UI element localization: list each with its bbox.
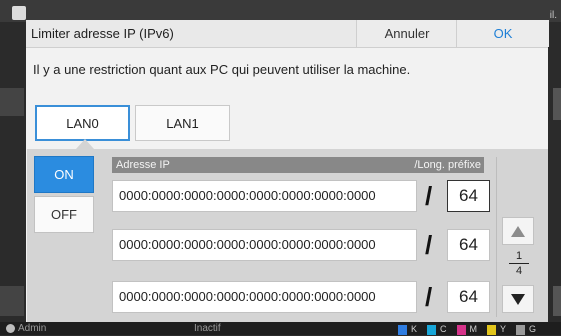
ip-address-field[interactable]: 0000:0000:0000:0000:0000:0000:0000:0000 xyxy=(112,229,417,261)
ip-row: 0000:0000:0000:0000:0000:0000:0000:0000 … xyxy=(112,180,512,214)
user-icon xyxy=(6,324,15,333)
ink-g-swatch xyxy=(516,324,526,335)
page-fraction-line xyxy=(509,263,529,264)
background-left-panel xyxy=(0,286,24,316)
home-icon xyxy=(12,6,26,20)
prefix-separator: / xyxy=(425,181,433,211)
list-header: Adresse IP /Long. préfixe xyxy=(112,157,484,173)
selected-tab-pointer xyxy=(76,139,94,149)
ip-row: 0000:0000:0000:0000:0000:0000:0000:0000 … xyxy=(112,229,512,263)
ip-row: 0000:0000:0000:0000:0000:0000:0000:0000 … xyxy=(112,281,512,315)
status-state: Inactif xyxy=(194,323,221,334)
ink-y-label: Y xyxy=(500,324,507,334)
background-top-bar xyxy=(0,0,561,22)
ink-c-label: C xyxy=(440,324,447,334)
ok-button[interactable]: OK xyxy=(456,20,549,47)
off-toggle-button[interactable]: OFF xyxy=(34,196,94,233)
prefix-length-field[interactable]: 64 xyxy=(447,180,490,212)
status-user: Admin xyxy=(18,323,47,334)
tab-lan0[interactable]: LAN0 xyxy=(35,105,130,141)
dialog-header: Limiter adresse IP (IPv6) Annuler OK xyxy=(26,20,549,48)
ink-y-swatch xyxy=(487,324,497,335)
ink-levels: K C M Y G xyxy=(398,323,542,336)
arrow-up-icon xyxy=(511,225,525,237)
prefix-separator: / xyxy=(425,282,433,312)
background-right-panel xyxy=(553,88,561,120)
cancel-button[interactable]: Annuler xyxy=(356,20,457,47)
ink-c-swatch xyxy=(427,324,437,335)
prefix-length-field[interactable]: 64 xyxy=(447,281,490,313)
page-current: 1 xyxy=(515,250,523,262)
ink-g-label: G xyxy=(529,324,537,334)
ip-restriction-dialog: Limiter adresse IP (IPv6) Annuler OK Il … xyxy=(26,20,549,322)
ink-m-swatch xyxy=(456,324,466,335)
page-down-button[interactable] xyxy=(502,285,534,313)
dialog-title: Limiter adresse IP (IPv6) xyxy=(31,26,174,41)
dialog-message: Il y a une restriction quant aux PC qui … xyxy=(33,62,411,77)
ip-address-column-header: Adresse IP xyxy=(116,159,170,171)
ip-address-field[interactable]: 0000:0000:0000:0000:0000:0000:0000:0000 xyxy=(112,281,417,313)
page-up-button[interactable] xyxy=(502,217,534,245)
tab-lan1[interactable]: LAN1 xyxy=(135,105,230,141)
ink-k-label: K xyxy=(411,324,418,334)
page-total: 4 xyxy=(515,265,523,277)
ip-address-field[interactable]: 0000:0000:0000:0000:0000:0000:0000:0000 xyxy=(112,180,417,212)
status-bar: Admin Inactif K C M Y G xyxy=(0,322,561,335)
pager: 1 4 xyxy=(496,157,541,317)
prefix-length-field[interactable]: 64 xyxy=(447,229,490,261)
arrow-down-icon xyxy=(511,293,525,305)
prefix-separator: / xyxy=(425,230,433,260)
background-left-panel xyxy=(0,88,24,116)
background-corner-text: il. xyxy=(549,10,557,21)
ink-m-label: M xyxy=(469,324,478,334)
background-right-panel xyxy=(553,286,561,316)
ink-k-swatch xyxy=(398,324,407,335)
on-toggle-button[interactable]: ON xyxy=(34,156,94,193)
prefix-length-column-header: /Long. préfixe xyxy=(414,159,481,171)
